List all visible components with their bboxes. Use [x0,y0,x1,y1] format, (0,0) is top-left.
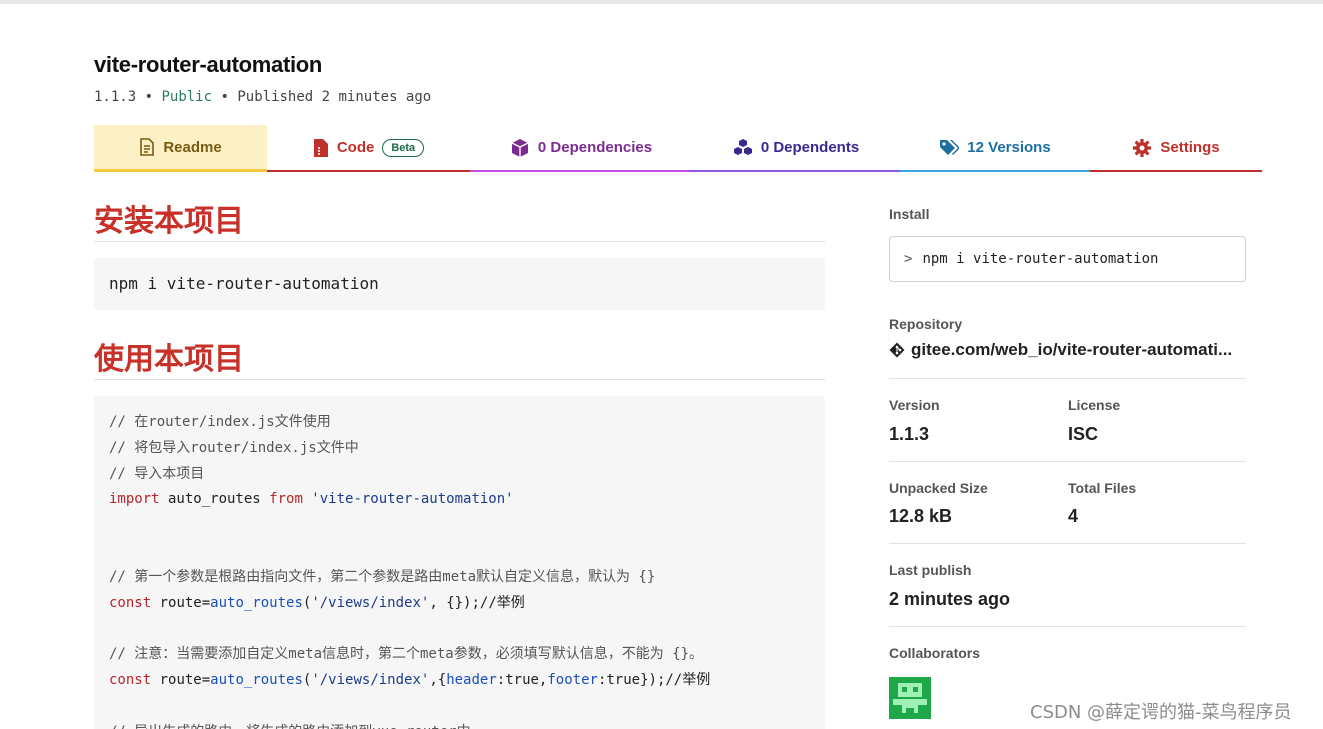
tab-dependencies-label: 0 Dependencies [537,139,653,156]
collaborator-avatar[interactable] [889,677,931,719]
tab-readme-label: Readme [163,138,222,156]
sidebar-divider [889,378,1246,379]
sidebar-divider [889,543,1246,544]
repository-link[interactable]: gitee.com/web_io/vite-router-automati... [889,340,1246,360]
cube-icon [511,138,529,157]
code-keyword: const [109,594,152,611]
install-command-box[interactable]: > npm i vite-router-automation [889,236,1246,282]
tab-versions-label: 12 Versions [967,139,1051,156]
tab-settings[interactable]: Settings [1090,125,1262,172]
code-text: route= [151,671,211,688]
code-string: 'vite-router-automation' [302,491,514,508]
repository-label: Repository [889,316,963,332]
code-text: route= [151,594,211,611]
gear-icon [1133,138,1152,157]
code-string: '/views/index' [311,594,430,611]
code-function: auto_routes [210,671,303,688]
top-border [0,0,1323,4]
usage-code-block: // 在router/index.js文件使用 // 将包导入router/in… [94,396,825,729]
published-time: Published 2 minutes ago [237,89,432,105]
code-string: '/views/index' [311,671,430,688]
code-function: auto_routes [210,594,303,611]
last-publish-value: 2 minutes ago [889,589,1011,609]
version-value: 1.1.3 [889,424,930,444]
code-text: , {});//举例 [429,594,525,611]
tab-code[interactable]: Code Beta [267,125,470,172]
code-line: import auto_routes from 'vite-router-aut… [109,487,810,513]
code-line: // 将包导入router/index.js文件中 [109,439,359,456]
sidebar-divider [889,626,1246,627]
chevron-right-icon: > [904,251,913,267]
package-title: vite-router-automation [94,52,323,77]
code-keyword: import [109,491,160,508]
visibility-label: Public [161,89,213,105]
meta-separator: • [144,89,154,105]
package-tabs: Readme Code Beta 0 Dependencies 0 Depend… [94,125,1262,172]
repository-url: gitee.com/web_io/vite-router-automati... [911,340,1233,359]
last-publish-label: Last publish [889,562,972,578]
code-property: header [446,671,497,688]
tab-settings-label: Settings [1160,139,1220,156]
code-line: // 在router/index.js文件使用 [109,414,331,430]
code-text: :true, [496,671,548,688]
unpacked-size-label: Unpacked Size [889,480,988,496]
install-command: npm i vite-router-automation [922,251,1159,267]
code-line: const route=auto_routes('/views/index',{… [109,668,810,694]
tab-dependents[interactable]: 0 Dependents [692,125,900,172]
readme-heading-usage: 使用本项目 [94,342,244,377]
code-line: // 导入本项目 [109,465,205,482]
code-line: const route=auto_routes('/views/index', … [109,591,810,617]
sidebar-divider [889,461,1246,462]
code-keyword: const [109,671,152,688]
version-label: Version [889,397,940,413]
heading-divider [94,379,825,380]
readme-heading-install: 安装本项目 [94,204,244,239]
code-text: ,{ [429,671,447,688]
git-icon [889,342,905,358]
meta-separator: • [220,89,229,105]
heading-divider [94,241,825,242]
total-files-label: Total Files [1068,480,1137,496]
csdn-watermark: CSDN @薛定谔的猫-菜鸟程序员 [1030,702,1292,723]
unpacked-size-value: 12.8 kB [889,506,953,526]
file-code-icon [313,138,328,157]
tab-dependents-label: 0 Dependents [760,139,860,156]
code-keyword: from [269,491,303,508]
code-line: // 第一个参数是根路由指向文件，第二个参数是路由meta默认自定义信息，默认为… [109,568,656,585]
tab-dependencies[interactable]: 0 Dependencies [470,125,692,172]
package-meta: 1.1.3 • Public • Published 2 minutes ago [94,89,431,105]
license-label: License [1068,397,1121,413]
tab-readme[interactable]: Readme [94,125,267,172]
collaborators-label: Collaborators [889,645,981,661]
code-line: // 导出生成的路由，将生成的路由添加到vue-router中 [109,720,810,729]
code-text: :true});//举例 [597,671,711,688]
tab-versions[interactable]: 12 Versions [900,125,1090,172]
code-line: // 注意：当需要添加自定义meta信息时，第二个meta参数，必须填写默认信息… [109,646,703,663]
code-text: auto_routes [159,491,270,508]
license-value: ISC [1068,424,1099,444]
total-files-value: 4 [1068,506,1079,526]
package-version: 1.1.3 [94,89,137,105]
beta-badge: Beta [382,138,425,157]
install-code-block: npm i vite-router-automation [94,258,825,310]
cubes-icon [733,138,752,155]
install-label: Install [889,206,930,222]
tags-icon [940,139,960,155]
document-icon [140,138,155,156]
tab-code-label: Code [336,139,375,156]
code-property: footer [547,671,598,688]
